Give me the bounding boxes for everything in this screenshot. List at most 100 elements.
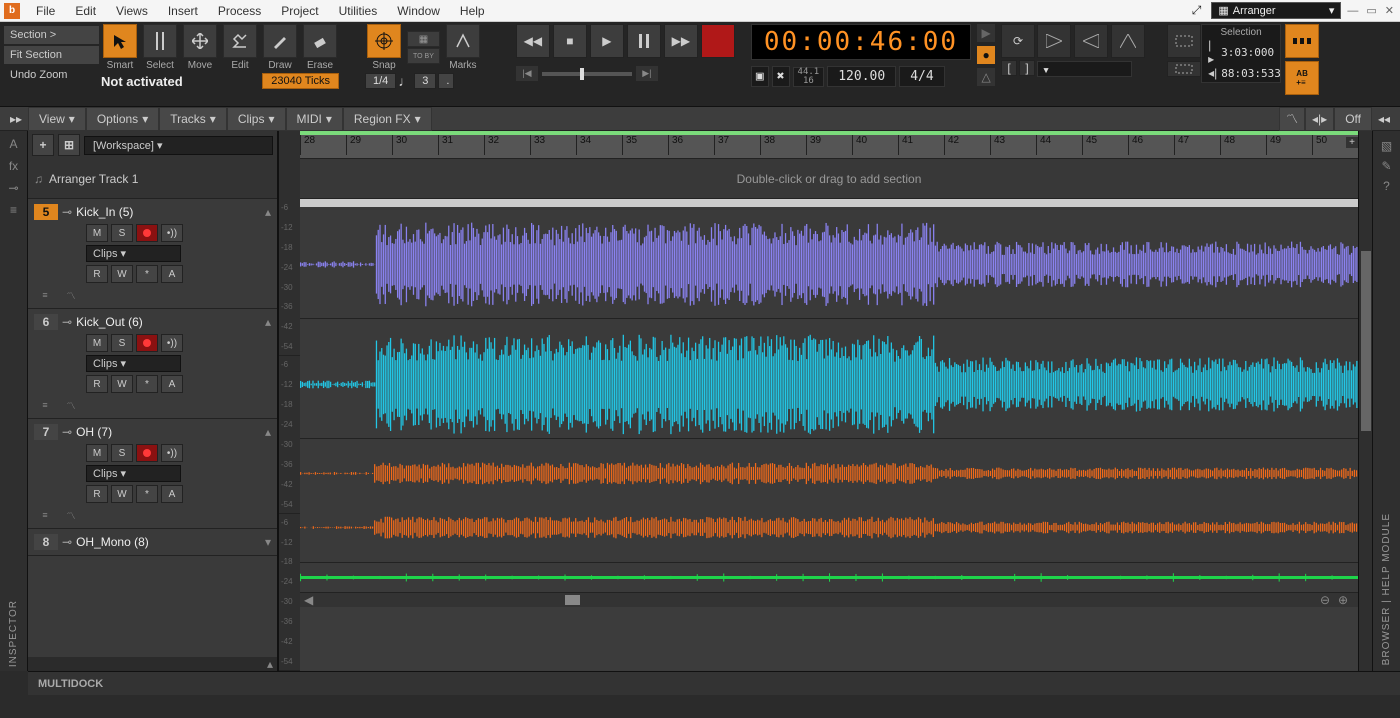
erase-tool[interactable] xyxy=(303,24,337,58)
time-display[interactable]: 00:00:46:00 xyxy=(751,24,971,60)
solo-button[interactable]: S xyxy=(111,444,133,462)
smart-tool[interactable] xyxy=(103,24,137,58)
write-button[interactable]: W xyxy=(111,265,133,283)
archive-button[interactable]: A xyxy=(161,375,183,393)
solo-button[interactable]: S xyxy=(111,334,133,352)
track-name[interactable]: Kick_Out (6) xyxy=(76,315,261,329)
track-lane-7[interactable] xyxy=(300,439,1358,563)
selection-to[interactable]: 88:03:533 xyxy=(1221,67,1281,80)
snap-beat[interactable]: 3 xyxy=(414,73,436,89)
mute-button[interactable]: M xyxy=(86,224,108,242)
draw-tool[interactable] xyxy=(263,24,297,58)
loop-button[interactable]: ⟳ xyxy=(1001,24,1035,58)
mute-button[interactable]: ✖ xyxy=(772,66,790,87)
inspector-wave-icon[interactable]: ⊸ xyxy=(4,181,24,195)
ticks-display[interactable]: 23040 Ticks xyxy=(262,73,339,89)
input-echo-button[interactable]: •)) xyxy=(161,444,183,462)
snap-button[interactable] xyxy=(367,24,401,58)
track-envelope-icon[interactable]: 〽 xyxy=(60,287,82,303)
loop-left-button[interactable]: [ xyxy=(1001,60,1017,76)
maximize-button[interactable]: ▭ xyxy=(1364,4,1378,17)
close-button[interactable]: ✕ xyxy=(1383,4,1396,17)
play-button[interactable]: ▶ xyxy=(590,24,624,58)
track-lane-8[interactable] xyxy=(300,563,1358,593)
menu-process[interactable]: Process xyxy=(208,4,271,18)
menu-project[interactable]: Project xyxy=(271,4,328,18)
undo-zoom-button[interactable]: Undo Zoom xyxy=(4,66,99,84)
menu-edit[interactable]: Edit xyxy=(65,4,106,18)
record-mode-button[interactable]: ● xyxy=(977,46,995,64)
pause-button[interactable] xyxy=(627,24,661,58)
browser-edit-icon[interactable]: ✎ xyxy=(1377,159,1397,173)
inspector-fx-icon[interactable]: fx xyxy=(4,159,24,173)
select-area-button-b[interactable] xyxy=(1167,61,1201,77)
multidock-bar[interactable]: MULTIDOCK xyxy=(28,671,1400,695)
write-button[interactable]: W xyxy=(111,485,133,503)
track-lane-6[interactable] xyxy=(300,319,1358,439)
archive-button[interactable]: A xyxy=(161,485,183,503)
freeze-button[interactable]: * xyxy=(136,265,158,283)
midi-menu[interactable]: MIDI ▾ xyxy=(286,107,343,131)
read-button[interactable]: R xyxy=(86,485,108,503)
help-icon[interactable]: ? xyxy=(1377,179,1397,193)
menu-file[interactable]: File xyxy=(26,4,65,18)
vertical-scrollbar[interactable] xyxy=(1358,131,1372,671)
track-automation-icon[interactable]: ≡ xyxy=(34,507,56,523)
write-button[interactable]: W xyxy=(111,375,133,393)
tempo-display[interactable]: 120.00 xyxy=(827,66,896,87)
arranger-lane[interactable]: Double-click or drag to add section xyxy=(300,159,1358,199)
solo-button[interactable]: S xyxy=(111,224,133,242)
snap-dot-button[interactable]: . xyxy=(438,73,454,89)
menu-views[interactable]: Views xyxy=(106,4,158,18)
clips-menu[interactable]: Clips ▾ xyxy=(227,107,286,131)
zoom-in-button[interactable]: ⊕ xyxy=(1338,593,1354,607)
select-area-button[interactable] xyxy=(1167,24,1201,58)
layout-dropdown[interactable]: ▦ Arranger ▾ xyxy=(1211,2,1341,19)
track-clips-select[interactable]: Clips ▾ xyxy=(86,465,181,482)
track-clips-select[interactable]: Clips ▾ xyxy=(86,245,181,262)
track-envelope-icon[interactable]: 〽 xyxy=(60,507,82,523)
mute-button[interactable]: M xyxy=(86,444,108,462)
scroll-left-icon[interactable]: ◀ xyxy=(300,593,317,607)
ripple-edit-button[interactable] xyxy=(1285,24,1319,58)
punch-in-button[interactable] xyxy=(1037,24,1071,58)
scroll-thumb[interactable] xyxy=(565,595,580,605)
view-menu[interactable]: View ▾ xyxy=(28,107,86,131)
inspector-toggle[interactable]: ▸▸ xyxy=(4,112,28,126)
track-header-6[interactable]: 6 ⊸ Kick_Out (6) ▴ M S •)) Clips ▾ R W *… xyxy=(28,309,277,419)
mute-button[interactable]: M xyxy=(86,334,108,352)
arm-button[interactable] xyxy=(136,224,158,242)
go-start-button[interactable]: |◀ xyxy=(516,66,538,81)
arranger-header[interactable]: ♫ Arranger Track 1 xyxy=(28,159,277,199)
read-button[interactable]: R xyxy=(86,265,108,283)
track-header-7[interactable]: 7 ⊸ OH (7) ▴ M S •)) Clips ▾ R W * A ≡ 〽 xyxy=(28,419,277,529)
fit-section-button[interactable]: Fit Section xyxy=(4,46,99,64)
move-tool[interactable] xyxy=(183,24,217,58)
track-name[interactable]: Kick_In (5) xyxy=(76,205,261,219)
zoom-out-button[interactable]: ⊖ xyxy=(1320,593,1336,607)
archive-button[interactable]: A xyxy=(161,265,183,283)
track-pane-collapse[interactable]: ▴ xyxy=(267,657,273,671)
audio-engine-button[interactable]: ▣ xyxy=(751,66,769,87)
track-header-5[interactable]: 5 ⊸ Kick_In (5) ▴ M S •)) Clips ▾ R W * … xyxy=(28,199,277,309)
track-expand-icon[interactable]: ▴ xyxy=(265,205,271,219)
fullscreen-icon[interactable]: ⤢ xyxy=(1186,3,1208,18)
rewind-button[interactable]: ◀◀ xyxy=(516,24,550,58)
shuttle-slider[interactable] xyxy=(542,72,632,76)
input-echo-button[interactable]: •)) xyxy=(161,224,183,242)
record-button[interactable] xyxy=(701,24,735,58)
track-clips-select[interactable]: Clips ▾ xyxy=(86,355,181,372)
regionfx-menu[interactable]: Region FX ▾ xyxy=(343,107,432,131)
menu-utilities[interactable]: Utilities xyxy=(329,4,388,18)
freeze-button[interactable]: * xyxy=(136,375,158,393)
read-button[interactable]: R xyxy=(86,375,108,393)
track-lane-5[interactable] xyxy=(300,199,1358,319)
menu-help[interactable]: Help xyxy=(450,4,495,18)
automation-lane-button[interactable]: 〽 xyxy=(1279,107,1305,131)
marker-dropdown[interactable]: ▾ xyxy=(1037,61,1132,77)
track-name[interactable]: OH (7) xyxy=(76,425,261,439)
arm-button[interactable] xyxy=(136,334,158,352)
time-ruler[interactable]: + 28293031323334353637383940414243444546… xyxy=(300,131,1358,159)
menu-window[interactable]: Window xyxy=(387,4,450,18)
inspector-text-icon[interactable]: A xyxy=(4,137,24,151)
